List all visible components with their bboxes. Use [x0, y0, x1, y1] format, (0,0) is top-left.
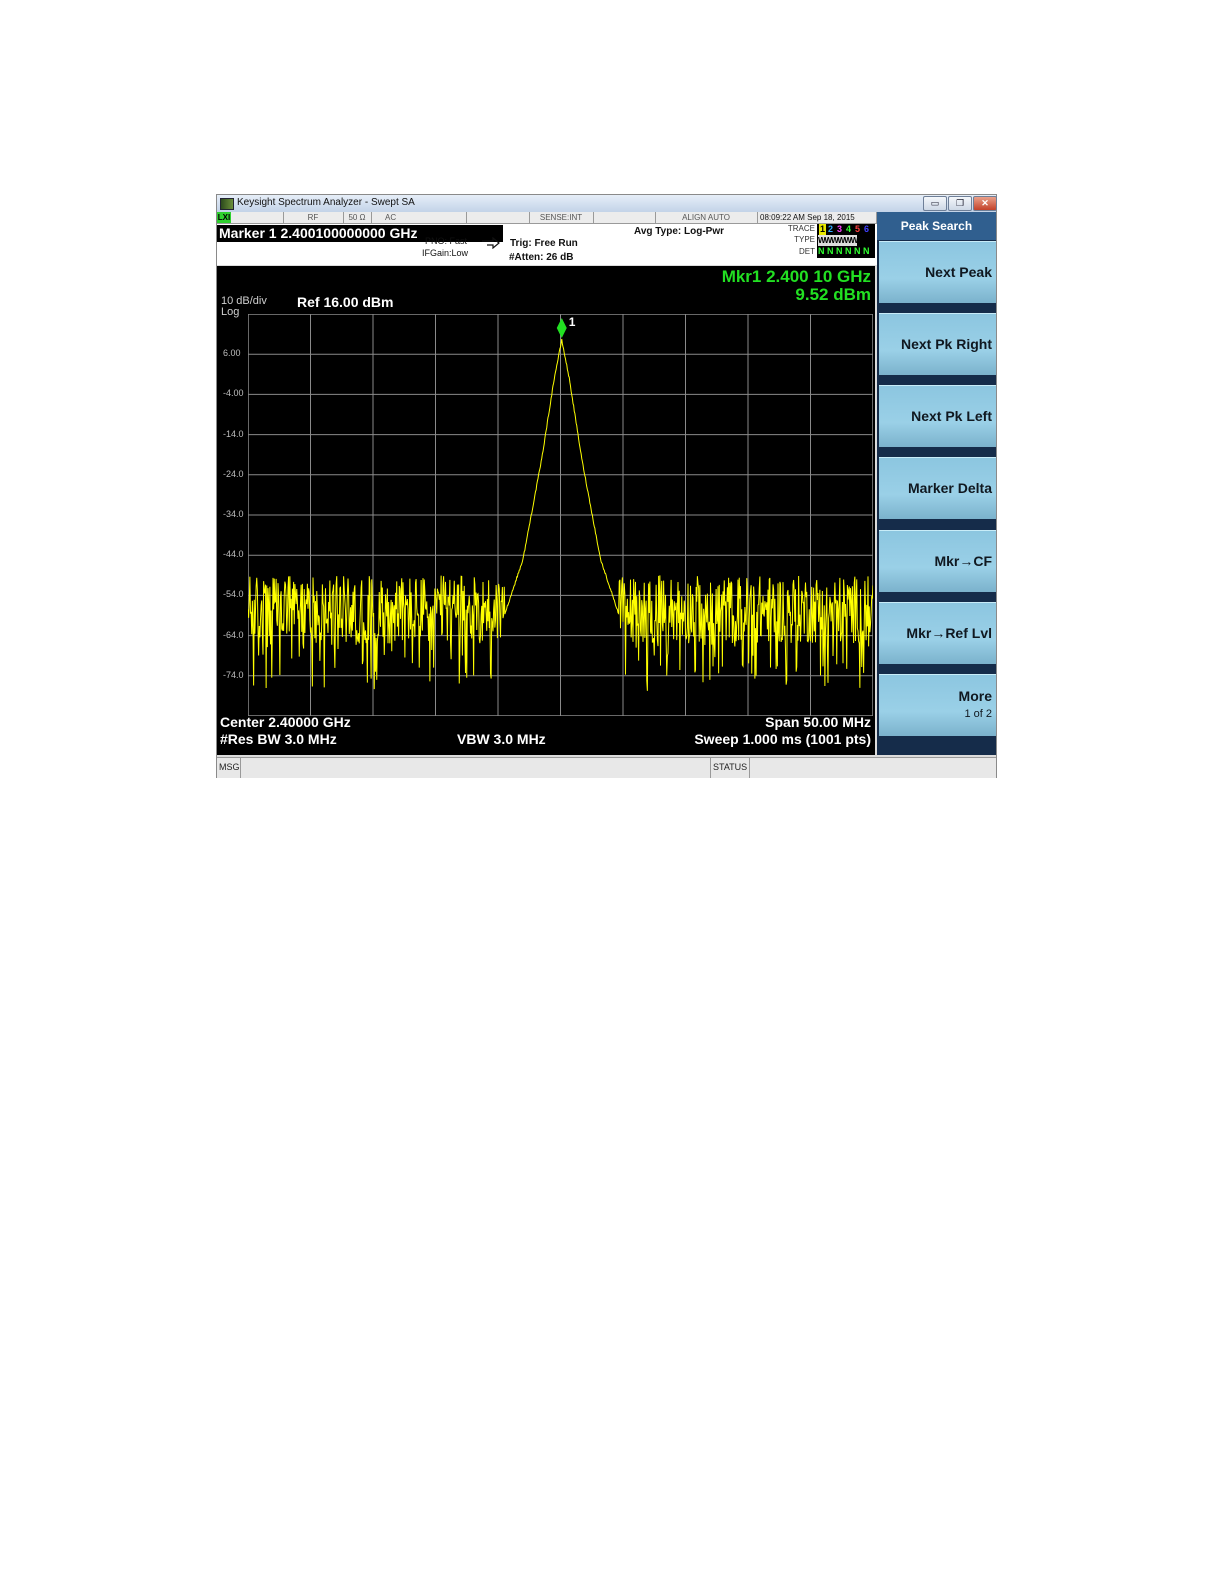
sense-label: SENSE:INT	[529, 212, 594, 223]
window-title: Keysight Spectrum Analyzer - Swept SA	[237, 197, 415, 208]
next-pk-left-softkey[interactable]: Next Pk Left	[879, 385, 996, 447]
marker-delta-softkey[interactable]: Marker Delta	[879, 457, 996, 519]
trace-type-row: WWWWWW	[818, 235, 858, 246]
y-tick-label: 6.00	[223, 348, 241, 359]
softkey-panel: Peak Search Next Peak Next Pk Right Next…	[877, 212, 996, 755]
marker-readout-amplitude: 9.52 dBm	[795, 285, 871, 304]
pno-label: PNO: Fast	[425, 236, 468, 246]
app-icon	[220, 198, 234, 210]
y-tick-label: -44.0	[223, 549, 244, 560]
mkr-to-cf-softkey[interactable]: Mkr→CF	[879, 530, 996, 592]
mkr-to-ref-lvl-softkey[interactable]: Mkr→Ref Lvl	[879, 602, 996, 664]
close-button[interactable]: ✕	[973, 196, 997, 211]
next-pk-right-softkey[interactable]: Next Pk Right	[879, 313, 996, 375]
measurement-header: Marker 1 2.400100000000 GHz PNO: Fast IF…	[217, 224, 877, 265]
softkey-label: More	[958, 688, 992, 704]
marker-readout-frequency: Mkr1 2.400 10 GHz	[721, 267, 871, 286]
type-row-label: TYPE	[794, 235, 815, 244]
message-bar: MSG STATUS	[217, 757, 996, 778]
marker-readout: Mkr1 2.400 10 GHz 9.52 dBm	[722, 268, 871, 304]
align-label: ALIGN AUTO	[655, 212, 758, 223]
datetime-label: 08:09:22 AM Sep 18, 2015	[757, 212, 877, 223]
trace-5-number: 5	[855, 224, 861, 234]
y-tick-label: -4.00	[223, 388, 244, 399]
attenuation-label: #Atten: 26 dB	[509, 252, 574, 263]
coupling-label: AC	[371, 212, 467, 223]
title-bar: Keysight Spectrum Analyzer - Swept SA ▭ …	[217, 195, 997, 213]
maximize-button[interactable]: ❐	[948, 196, 972, 211]
softkey-label: Mkr→CF	[934, 553, 992, 569]
trace-1-number: 1	[819, 224, 827, 235]
marker-diamond	[556, 318, 567, 339]
softkey-label: Next Pk Right	[900, 336, 992, 352]
analyzer-window: Keysight Spectrum Analyzer - Swept SA ▭ …	[216, 194, 997, 778]
trace-4-number: 4	[846, 224, 852, 234]
marker-1: 1	[556, 315, 576, 339]
y-tick-label: -54.0	[223, 589, 244, 600]
spectrum-display: 10 dB/div Log Ref 16.00 dBm Mkr1 2.400 1…	[217, 266, 875, 755]
minimize-button[interactable]: ▭	[923, 196, 947, 211]
msg-label: MSG	[219, 762, 240, 772]
softkey-sublabel: 1 of 2	[964, 708, 992, 720]
y-tick-label: -14.0	[223, 428, 244, 439]
trace-det-row: N N N N N N	[818, 246, 870, 256]
y-tick-label: -64.0	[223, 629, 244, 640]
reference-level-label: Ref 16.00 dBm	[297, 294, 394, 310]
trace-6-number: 6	[864, 224, 870, 234]
lxi-indicator: LXI	[217, 212, 231, 223]
det-row-label: DET	[799, 247, 815, 256]
trace-row-label: TRACE	[787, 224, 815, 233]
center-frequency-label: Center 2.40000 GHz	[220, 714, 351, 730]
marker-number-label: 1	[569, 315, 576, 329]
rf-input-label: RF	[283, 212, 344, 223]
trigger-icon	[482, 237, 500, 249]
sweep-label: Sweep 1.000 ms (1001 pts)	[694, 731, 871, 747]
softkey-label: Next Pk Left	[911, 408, 992, 424]
impedance-label: 50 Ω	[343, 212, 372, 223]
y-tick-label: -34.0	[223, 509, 244, 519]
y-tick-label: -24.0	[223, 468, 244, 479]
spectrum-plot: 1	[248, 314, 873, 716]
instrument-status-row: LXI RF 50 Ω AC SENSE:INT ALIGN AUTO 08:0…	[217, 212, 877, 224]
res-bw-label: #Res BW 3.0 MHz	[220, 731, 337, 747]
softkey-label: Marker Delta	[907, 480, 992, 496]
y-tick-label: -74.0	[223, 669, 244, 680]
avg-type-label: Avg Type: Log-Pwr	[634, 226, 724, 237]
trace-3-number: 3	[837, 224, 843, 234]
trace-2-number: 2	[828, 224, 834, 234]
softkey-menu-title: Peak Search	[877, 212, 996, 240]
vbw-label: VBW 3.0 MHz	[457, 731, 546, 747]
span-label: Span 50.00 MHz	[765, 714, 871, 730]
trace-status-box: 1 2 3 4 5 6 WWWWWW N N N N N N	[817, 224, 875, 258]
plot-grid	[248, 314, 873, 716]
log-label: Log	[221, 306, 240, 318]
status-label: STATUS	[713, 762, 748, 772]
softkey-label: Next Peak	[925, 264, 992, 280]
trigger-label: Trig: Free Run	[510, 238, 578, 249]
more-softkey[interactable]: More 1 of 2	[879, 674, 996, 736]
next-peak-softkey[interactable]: Next Peak	[879, 241, 996, 303]
softkey-label: Mkr→Ref Lvl	[906, 625, 992, 641]
ifgain-label: IFGain:Low	[422, 248, 469, 258]
